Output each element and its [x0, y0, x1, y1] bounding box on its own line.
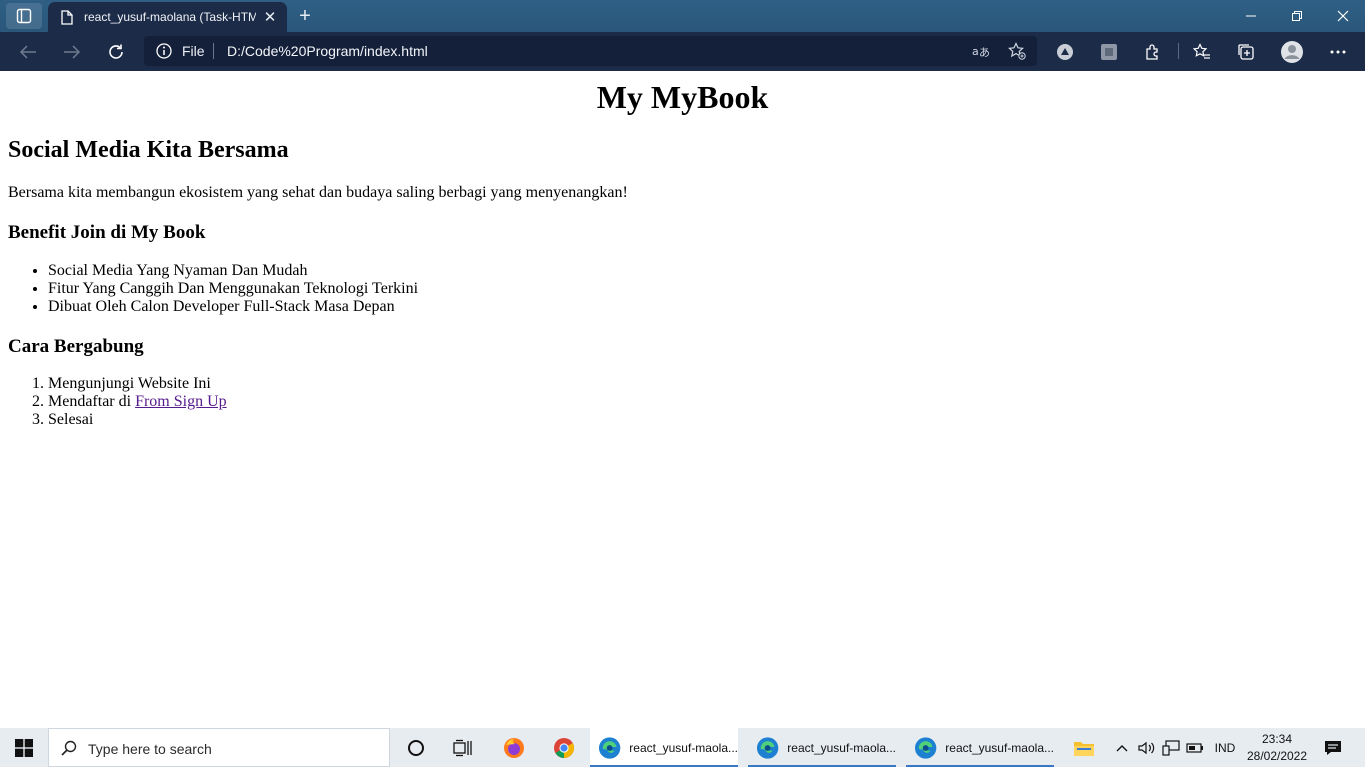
intro-text: Bersama kita membangun ekosistem yang se…	[8, 184, 628, 201]
taskbar-window-edge-3[interactable]: react_yusuf-maola...	[906, 728, 1054, 767]
tab-actions-icon	[16, 8, 32, 24]
browser-titlebar: react_yusuf-maolana (Task-HTML ✕ +	[0, 0, 1365, 32]
cortana-button[interactable]	[394, 728, 438, 767]
minimize-button[interactable]	[1228, 0, 1274, 32]
firefox-taskbar-button[interactable]	[492, 728, 536, 767]
clock-date: 28/02/2022	[1246, 749, 1308, 763]
benefits-heading: Benefit Join di My Book	[8, 222, 206, 243]
browser-tab-active[interactable]: react_yusuf-maolana (Task-HTML ✕	[48, 2, 287, 32]
language-indicator[interactable]: IND	[1210, 728, 1240, 767]
taskbar-clock[interactable]: 23:34 28/02/2022	[1246, 731, 1308, 765]
address-divider	[213, 43, 214, 59]
list-item: Social Media Yang Nyaman Dan Mudah	[48, 262, 418, 280]
taskbar-window-label: react_yusuf-maola...	[787, 740, 896, 755]
profile-avatar[interactable]	[1280, 40, 1304, 64]
search-icon	[61, 740, 77, 761]
page-heading: Social Media Kita Bersama	[8, 137, 289, 163]
battery-icon	[1186, 742, 1203, 753]
address-bar[interactable]: File D:/Code%20Program/index.html aあ	[144, 36, 1037, 66]
list-item: Dibuat Oleh Calon Developer Full-Stack M…	[48, 298, 418, 316]
taskbar-window-label: react_yusuf-maola...	[945, 740, 1054, 755]
windows-taskbar: Type here to search react_yusuf-maola...…	[0, 728, 1365, 767]
chevron-up-icon	[1116, 744, 1128, 751]
restore-icon	[1292, 11, 1302, 21]
extensions-icon[interactable]	[1141, 40, 1165, 64]
minimize-icon	[1246, 15, 1256, 17]
extension-profile-icon[interactable]	[1053, 40, 1077, 64]
read-aloud-icon[interactable]: aあ	[972, 42, 990, 60]
refresh-button[interactable]	[102, 38, 130, 66]
address-scheme-label: File	[182, 43, 205, 59]
taskbar-window-edge-1[interactable]: react_yusuf-maola...	[590, 728, 738, 767]
file-icon	[60, 9, 74, 25]
task-view-icon	[453, 739, 472, 756]
task-view-button[interactable]	[441, 728, 485, 767]
chrome-icon	[554, 737, 575, 758]
favorites-icon[interactable]	[1190, 40, 1214, 64]
steps-list: Mengunjungi Website Ini Mendaftar di Fro…	[8, 375, 227, 429]
clock-time: 23:34	[1261, 732, 1293, 746]
refresh-icon	[109, 44, 123, 59]
info-icon[interactable]	[156, 43, 172, 64]
forward-arrow-icon	[64, 45, 81, 59]
start-button[interactable]	[0, 728, 48, 767]
extension-square-icon[interactable]	[1097, 40, 1121, 64]
back-arrow-icon	[19, 45, 36, 59]
tab-actions-button[interactable]	[6, 3, 42, 29]
close-icon	[1337, 10, 1349, 22]
search-placeholder: Type here to search	[88, 741, 212, 757]
cortana-icon	[408, 739, 424, 756]
restore-button[interactable]	[1274, 0, 1320, 32]
speaker-icon	[1138, 741, 1155, 754]
show-hidden-icons-button[interactable]	[1112, 728, 1132, 767]
tab-close-button[interactable]: ✕	[260, 8, 280, 26]
folder-icon	[1074, 741, 1094, 756]
add-favorite-icon[interactable]	[1008, 42, 1026, 60]
file-explorer-taskbar-button[interactable]	[1062, 728, 1106, 767]
battery-button[interactable]	[1184, 728, 1206, 767]
browser-toolbar: File D:/Code%20Program/index.html aあ	[0, 32, 1365, 71]
network-button[interactable]	[1160, 728, 1182, 767]
address-url[interactable]: D:/Code%20Program/index.html	[227, 43, 428, 59]
toolbar-divider	[1178, 43, 1179, 59]
more-menu-icon[interactable]	[1326, 40, 1350, 64]
taskbar-search-input[interactable]: Type here to search	[48, 728, 390, 767]
step-text: Mendaftar di	[48, 393, 136, 410]
edge-icon	[598, 736, 621, 759]
page-title: My MyBook	[596, 79, 769, 115]
svg-text:a: a	[972, 45, 979, 58]
new-tab-button[interactable]: +	[292, 4, 318, 28]
back-button[interactable]	[14, 38, 42, 66]
firefox-icon	[504, 737, 524, 758]
sign-up-link[interactable]: From Sign Up	[135, 393, 227, 410]
list-item: Selesai	[48, 411, 227, 429]
list-item: Fitur Yang Canggih Dan Menggunakan Tekno…	[48, 280, 418, 298]
network-icon	[1162, 739, 1180, 756]
edge-icon	[756, 736, 779, 759]
tab-title: react_yusuf-maolana (Task-HTML	[84, 10, 256, 24]
collections-icon[interactable]	[1234, 40, 1258, 64]
svg-text:あ: あ	[979, 46, 990, 58]
list-item: Mendaftar di From Sign Up	[48, 393, 227, 411]
edge-icon	[914, 736, 937, 759]
forward-button[interactable]	[58, 38, 86, 66]
notifications-button[interactable]	[1318, 728, 1348, 767]
web-page: My MyBook Social Media Kita Bersama Bers…	[0, 71, 1365, 728]
taskbar-window-edge-2[interactable]: react_yusuf-maola...	[748, 728, 896, 767]
taskbar-window-label: react_yusuf-maola...	[629, 740, 738, 755]
list-item: Mengunjungi Website Ini	[48, 375, 227, 393]
windows-logo-icon	[15, 738, 33, 757]
notification-icon	[1325, 740, 1341, 755]
close-window-button[interactable]	[1320, 0, 1365, 32]
chrome-taskbar-button[interactable]	[542, 728, 586, 767]
steps-heading: Cara Bergabung	[8, 336, 144, 357]
benefits-list: Social Media Yang Nyaman Dan Mudah Fitur…	[8, 262, 418, 316]
volume-button[interactable]	[1136, 728, 1158, 767]
